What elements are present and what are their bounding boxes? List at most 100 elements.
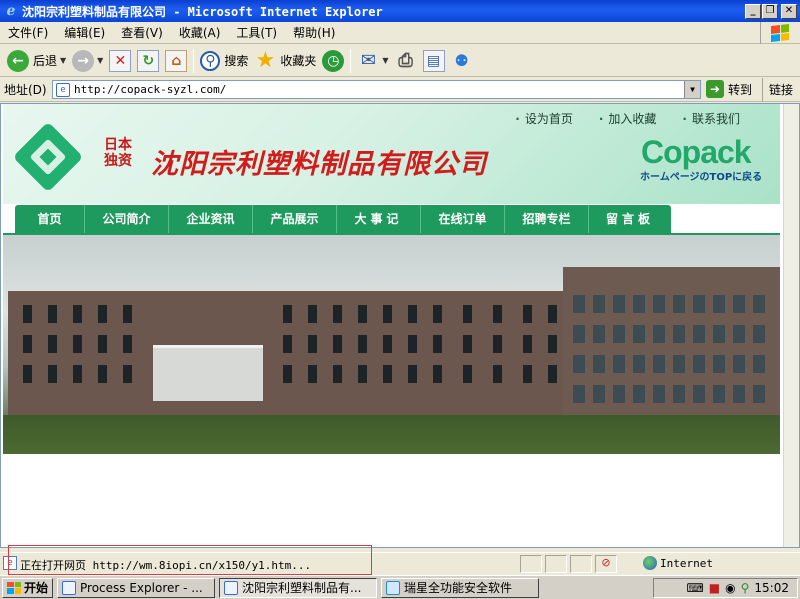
nav-products[interactable]: 产品展示 [253,205,337,233]
go-label: 转到 [728,82,753,97]
search-button[interactable]: ⚲ 搜索 [197,47,251,75]
history-button[interactable]: ◷ [319,47,347,75]
stop-button[interactable]: ✕ [106,47,134,75]
keyboard-icon[interactable]: ⌨ [686,581,703,595]
task-process-explorer[interactable]: Process Explorer - ... [57,577,216,598]
taskbar: 开始 Process Explorer - ... 沈阳宗利塑料制品有... 瑞… [0,575,800,599]
menu-edit[interactable]: 编辑(E) [56,24,113,41]
building-window [633,385,645,403]
building-window [753,355,765,373]
favorites-button[interactable]: ★ 收藏夹 [251,47,319,75]
nav-jobs[interactable]: 招聘专栏 [505,205,589,233]
task-ie-window[interactable]: 沈阳宗利塑料制品有... [219,577,378,598]
building-window [463,305,472,323]
address-dropdown-icon[interactable]: ▼ [684,81,700,98]
building-window [358,305,367,323]
nav-guestbook[interactable]: 留言板 [589,205,671,233]
building-window [673,355,685,373]
address-input[interactable]: e http://copack-syzl.com/ ▼ [52,80,701,99]
network-icon[interactable]: ⚲ [741,581,750,595]
building-window [283,305,292,323]
menu-help[interactable]: 帮助(H) [285,24,343,41]
task-rising-antivirus[interactable]: 瑞星全功能安全软件 [381,577,540,598]
building-window [408,305,417,323]
edit-button[interactable]: ▤ [420,47,448,75]
antivirus-tray-icon[interactable]: ■ [709,581,720,595]
address-url[interactable]: http://copack-syzl.com/ [74,83,226,96]
add-favorite-link[interactable]: · 加入收藏 [599,110,657,127]
maximize-button[interactable]: ❐ [762,3,778,19]
address-label: 地址(D) [4,83,47,97]
messenger-button[interactable]: ⚉ [448,47,476,75]
forward-arrow-icon: → [72,49,95,72]
stop-icon: ✕ [109,49,132,72]
nav-news[interactable]: 企业资讯 [169,205,253,233]
back-button[interactable]: ← 后退 ▼ [4,47,69,75]
building-window [548,365,557,383]
go-arrow-icon: ➜ [706,80,724,98]
refresh-button[interactable]: ↻ [134,47,162,75]
building-window [753,295,765,313]
back-dropdown-icon[interactable]: ▼ [60,56,66,65]
building-window [613,295,625,313]
menu-favorites[interactable]: 收藏(A) [171,24,229,41]
close-button[interactable]: ✕ [781,3,797,19]
menu-view[interactable]: 查看(V) [113,24,171,41]
go-button[interactable]: ➜ 转到 [706,80,752,98]
building-window [123,305,132,323]
building-window [73,335,82,353]
mail-button[interactable]: ✉ ▼ [354,47,391,75]
building-window [333,305,342,323]
contact-us-link[interactable]: · 联系我们 [682,110,740,127]
building-window [693,355,705,373]
nav-events[interactable]: 大事记 [337,205,421,233]
volume-icon[interactable]: ◉ [725,581,735,595]
building-window [653,295,665,313]
print-button[interactable]: ⎙ [392,47,420,75]
menu-file[interactable]: 文件(F) [0,24,56,41]
building-window [493,365,502,383]
forward-button[interactable]: → ▼ [69,47,106,75]
building-window [383,335,392,353]
company-logo-icon [12,121,84,193]
nav-orders[interactable]: 在线订单 [421,205,505,233]
factory-photo [3,235,780,454]
minimize-button[interactable]: _ [745,3,761,19]
page-icon: e [56,82,70,97]
building-window [548,305,557,323]
building-window [673,385,685,403]
building-window [48,365,57,383]
menu-tools[interactable]: 工具(T) [228,24,285,41]
building-window [123,365,132,383]
building-window [573,325,585,343]
building-window [633,295,645,313]
back-label: 后退 [33,54,58,68]
set-homepage-link[interactable]: · 设为首页 [515,110,573,127]
nav-home[interactable]: 首页 [15,205,85,233]
building-window [713,355,725,373]
building-window [333,335,342,353]
forward-dropdown-icon[interactable]: ▼ [97,56,103,65]
building-entrance [153,345,263,401]
building-window [23,305,32,323]
address-bar: 地址(D) e http://copack-syzl.com/ ▼ ➜ 转到 链… [0,78,800,102]
home-button[interactable]: ⌂ [162,47,190,75]
mail-dropdown-icon[interactable]: ▼ [382,56,388,65]
ie-icon [224,580,239,595]
nav-about[interactable]: 公司简介 [85,205,169,233]
security-zone: Internet [660,557,713,570]
copack-brand[interactable]: Copack [641,134,752,171]
building-window [593,385,605,403]
popup-blocked-icon[interactable]: ⊘ [595,555,617,573]
building-window [548,335,557,353]
building-window [493,335,502,353]
vertical-scrollbar[interactable] [783,104,799,547]
building-window [73,365,82,383]
building-window [753,385,765,403]
copack-top-link[interactable]: ホームページのTOPに戻る [640,168,762,183]
building-window [523,305,532,323]
building-window [613,355,625,373]
links-button[interactable]: 链接 [762,78,793,102]
start-button[interactable]: 开始 [2,577,54,598]
building-window [383,305,392,323]
